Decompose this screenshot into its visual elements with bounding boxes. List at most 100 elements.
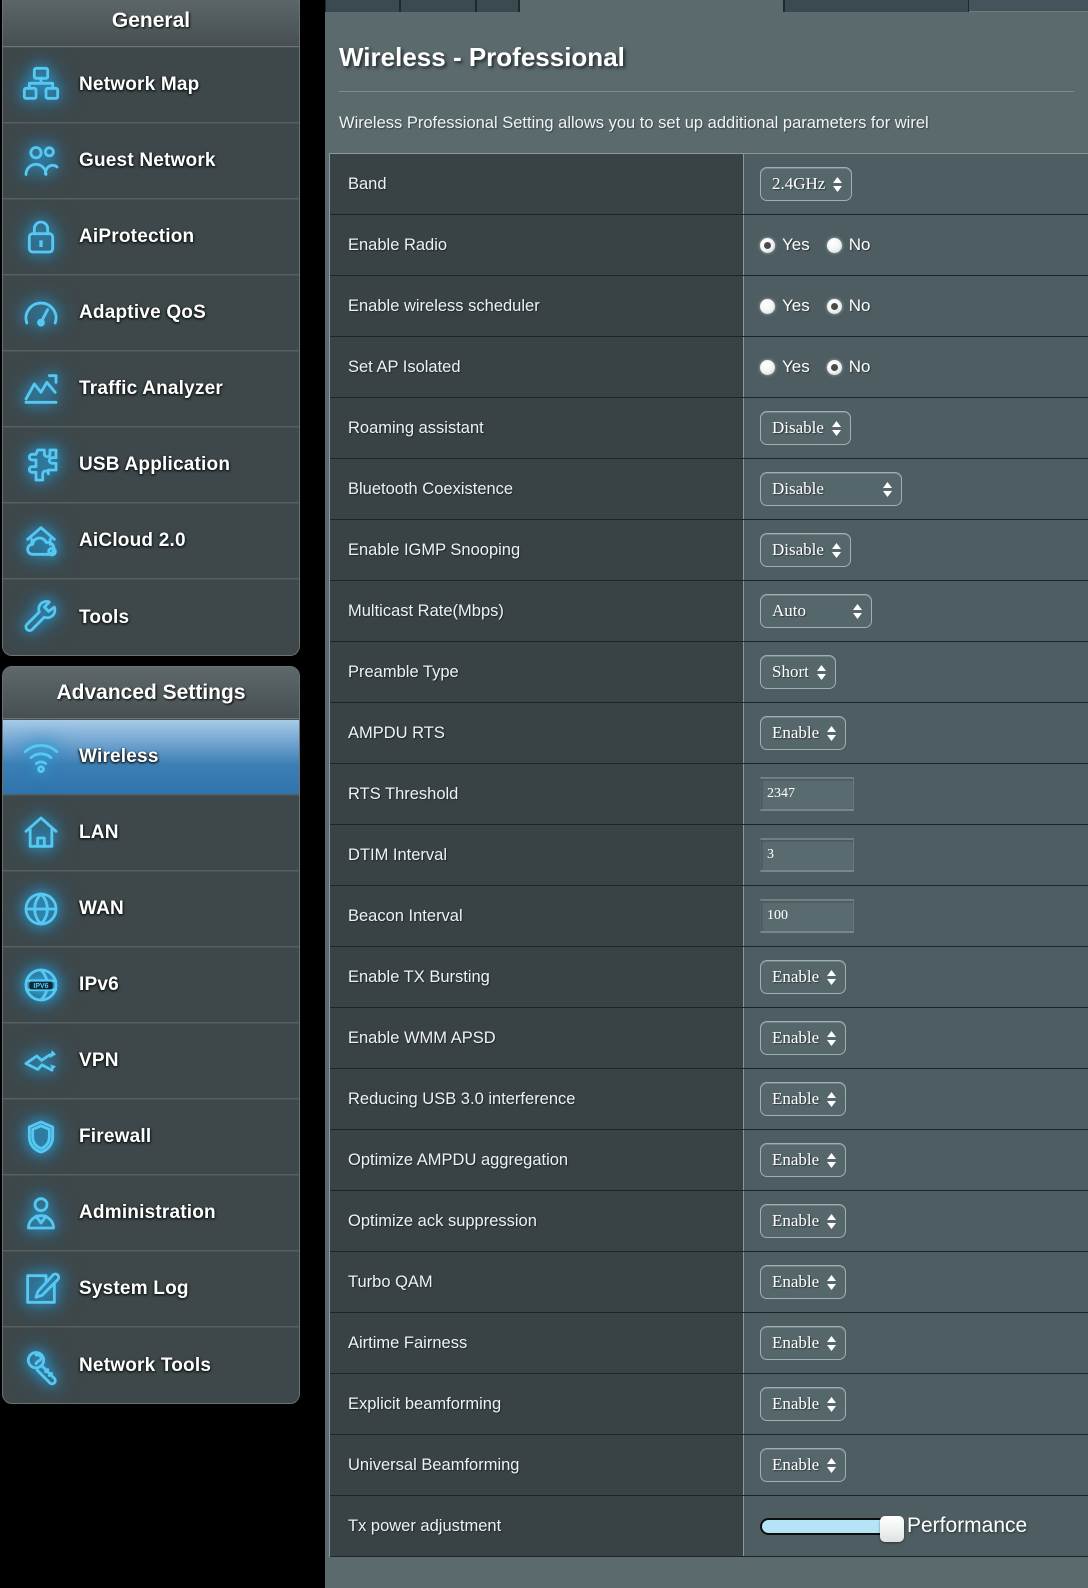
setting-label: Airtime Fairness bbox=[330, 1313, 744, 1373]
main-panel: Wireless - Professional Wireless Profess… bbox=[325, 0, 1088, 1588]
sidebar-item-vpn[interactable]: VPN bbox=[3, 1023, 299, 1099]
tab-wps[interactable] bbox=[400, 0, 476, 12]
tab-professional[interactable] bbox=[519, 0, 784, 12]
tx-power-slider[interactable] bbox=[760, 1515, 904, 1542]
sidebar-item-administration[interactable]: Administration bbox=[3, 1175, 299, 1251]
set-ap-isolated-radio-no[interactable]: No bbox=[826, 357, 870, 377]
radio-dot-icon bbox=[826, 359, 842, 375]
sidebar-item-label: Firewall bbox=[79, 1126, 152, 1147]
enable-radio-radio-no[interactable]: No bbox=[826, 235, 870, 255]
enable-wireless-scheduler-radio-no[interactable]: No bbox=[826, 296, 871, 316]
tab-strip bbox=[325, 0, 1088, 12]
set-ap-isolated-radio-group: Yes No bbox=[760, 357, 870, 377]
settings-row: Enable Radio Yes No bbox=[330, 215, 1088, 276]
rts-threshold-input[interactable] bbox=[760, 777, 854, 811]
select-value: Enable bbox=[772, 1333, 820, 1352]
setting-value-cell: Yes No bbox=[744, 276, 1088, 336]
optimize-ack-suppression-select[interactable]: Enable bbox=[760, 1204, 847, 1238]
explicit-beamforming-select[interactable]: Enable bbox=[760, 1387, 847, 1421]
sidebar-item-aicloud-2-0[interactable]: AiCloud 2.0 bbox=[3, 503, 299, 579]
setting-value-cell: Yes No bbox=[744, 337, 1088, 397]
setting-label: Bluetooth Coexistence bbox=[330, 459, 744, 519]
roaming-assistant-select[interactable]: Disable bbox=[760, 411, 851, 445]
settings-row: Enable IGMP Snooping Disable bbox=[330, 520, 1088, 581]
advanced-menu-title: Advanced Settings bbox=[3, 667, 299, 719]
setting-value-cell: Disable bbox=[744, 520, 1088, 580]
airtime-fairness-select[interactable]: Enable bbox=[760, 1326, 847, 1360]
beacon-interval-input[interactable] bbox=[760, 899, 854, 933]
settings-row: RTS Threshold bbox=[330, 764, 1088, 825]
multicast-rate-mbps-select[interactable]: Auto bbox=[760, 594, 872, 628]
sidebar-item-label: IPv6 bbox=[79, 974, 119, 995]
sidebar-item-aiprotection[interactable]: AiProtection bbox=[3, 199, 299, 275]
sidebar-item-system-log[interactable]: System Log bbox=[3, 1251, 299, 1327]
tab-wds[interactable] bbox=[476, 0, 519, 12]
lock-icon bbox=[3, 217, 79, 257]
select-value: Disable bbox=[772, 479, 824, 498]
wrench-icon bbox=[3, 598, 79, 638]
setting-label: Enable Radio bbox=[330, 215, 744, 275]
enable-igmp-snooping-select[interactable]: Disable bbox=[760, 533, 851, 567]
set-ap-isolated-radio-yes[interactable]: Yes bbox=[760, 357, 810, 377]
select-caret-icon bbox=[826, 725, 837, 742]
slider-handle[interactable] bbox=[880, 1515, 904, 1542]
puzzle-icon bbox=[3, 445, 79, 485]
tab-roaming-block-list[interactable] bbox=[784, 0, 969, 12]
sidebar-item-tools[interactable]: Tools bbox=[3, 579, 299, 655]
sidebar-item-adaptive-qos[interactable]: Adaptive QoS bbox=[3, 275, 299, 351]
sidebar-item-wan[interactable]: WAN bbox=[3, 871, 299, 947]
optimize-ampdu-aggregation-select[interactable]: Enable bbox=[760, 1143, 847, 1177]
sidebar-item-label: WAN bbox=[79, 898, 124, 919]
enable-radio-radio-yes[interactable]: Yes bbox=[760, 235, 810, 255]
turbo-qam-select[interactable]: Enable bbox=[760, 1265, 847, 1299]
pencil-note-icon bbox=[3, 1269, 79, 1309]
settings-row: DTIM Interval bbox=[330, 825, 1088, 886]
settings-row: Set AP Isolated Yes No bbox=[330, 337, 1088, 398]
select-caret-icon bbox=[831, 420, 842, 437]
sidebar-item-network-map[interactable]: Network Map bbox=[3, 47, 299, 123]
select-value: Enable bbox=[772, 1028, 820, 1047]
bluetooth-coexistence-select[interactable]: Disable bbox=[760, 472, 902, 506]
band-select[interactable]: 2.4GHz bbox=[760, 167, 853, 201]
cloud-home-icon bbox=[3, 521, 79, 561]
preamble-type-select[interactable]: Short bbox=[760, 655, 836, 689]
setting-label: Enable WMM APSD bbox=[330, 1008, 744, 1068]
enable-tx-bursting-select[interactable]: Enable bbox=[760, 960, 847, 994]
universal-beamforming-select[interactable]: Enable bbox=[760, 1448, 847, 1482]
shield-icon bbox=[3, 1117, 79, 1157]
sidebar-item-network-tools[interactable]: Network Tools bbox=[3, 1327, 299, 1403]
settings-row: Airtime Fairness Enable bbox=[330, 1313, 1088, 1374]
setting-value-cell: Disable bbox=[744, 459, 1088, 519]
select-caret-icon bbox=[832, 176, 843, 193]
radio-dot-icon bbox=[760, 237, 775, 253]
setting-value-cell bbox=[744, 764, 1088, 824]
settings-row: AMPDU RTS Enable bbox=[330, 703, 1088, 764]
sidebar-item-usb-application[interactable]: USB Application bbox=[3, 427, 299, 503]
page-description: Wireless Professional Setting allows you… bbox=[339, 114, 929, 132]
setting-label: RTS Threshold bbox=[330, 764, 744, 824]
sidebar-item-traffic-analyzer[interactable]: Traffic Analyzer bbox=[3, 351, 299, 427]
radio-label: No bbox=[848, 296, 871, 315]
sidebar-item-label: Administration bbox=[79, 1202, 216, 1223]
reducing-usb-3-0-interference-select[interactable]: Enable bbox=[760, 1082, 847, 1116]
select-caret-icon bbox=[816, 664, 827, 681]
select-caret-icon bbox=[826, 1396, 837, 1413]
select-caret-icon bbox=[826, 1274, 837, 1291]
select-value: Disable bbox=[772, 418, 824, 437]
setting-value-cell: Enable bbox=[744, 1435, 1088, 1495]
dtim-interval-input[interactable] bbox=[760, 838, 854, 872]
tab-general[interactable] bbox=[325, 0, 400, 12]
setting-value-cell: Enable bbox=[744, 1191, 1088, 1251]
ampdu-rts-select[interactable]: Enable bbox=[760, 716, 847, 750]
sidebar-item-label: AiCloud 2.0 bbox=[79, 530, 186, 551]
sidebar-item-wireless[interactable]: Wireless bbox=[3, 719, 299, 795]
enable-radio-radio-group: Yes No bbox=[760, 235, 870, 255]
enable-wmm-apsd-select[interactable]: Enable bbox=[760, 1021, 847, 1055]
sidebar-item-guest-network[interactable]: Guest Network bbox=[3, 123, 299, 199]
sidebar-item-firewall[interactable]: Firewall bbox=[3, 1099, 299, 1175]
sidebar-item-lan[interactable]: LAN bbox=[3, 795, 299, 871]
radio-label: Yes bbox=[782, 235, 810, 254]
enable-wireless-scheduler-radio-yes[interactable]: Yes bbox=[760, 296, 810, 316]
sidebar-item-ipv6[interactable]: IPV6 IPv6 bbox=[3, 947, 299, 1023]
select-value: Enable bbox=[772, 1150, 820, 1169]
